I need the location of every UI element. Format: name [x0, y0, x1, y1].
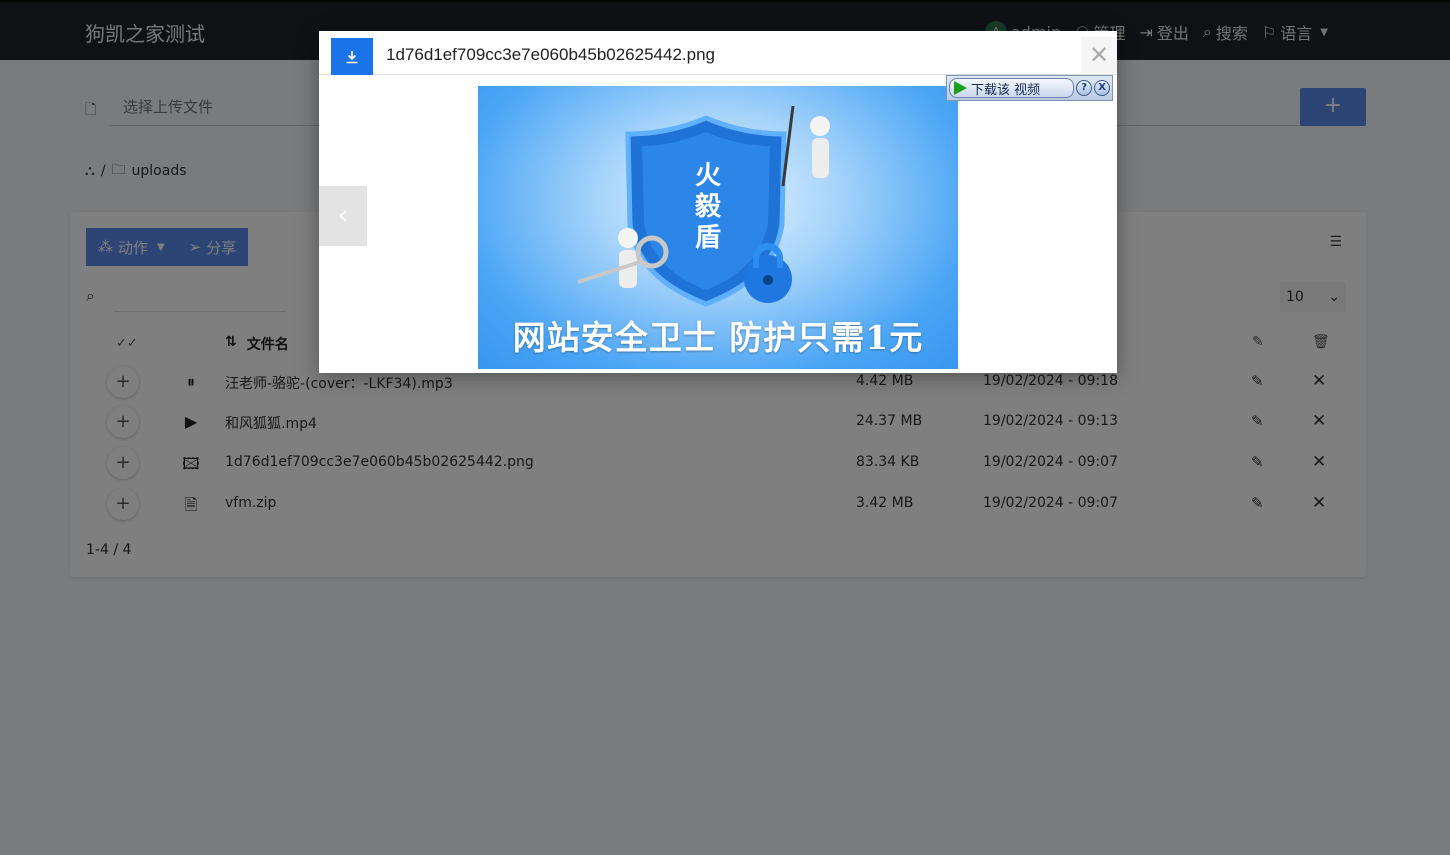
download-button[interactable] — [331, 38, 373, 75]
modal-title: 1d76d1ef709cc3e7e060b45b02625442.png — [386, 45, 715, 64]
preview-image: 火 毅 盾 网站安全卫士 防护只需1元 — [478, 86, 958, 369]
previous-icon[interactable]: ‹ — [319, 186, 367, 246]
preview-modal: 1d76d1ef709cc3e7e060b45b02625442.png ✕ ‹… — [319, 31, 1117, 373]
close-toolbar-button[interactable]: X — [1094, 80, 1110, 96]
play-icon — [954, 81, 967, 95]
shield-text: 火 毅 盾 — [694, 161, 721, 253]
banner-text: 网站安全卫士 防护只需1元 — [512, 318, 924, 357]
video-download-toolbar: 下载该 视频 ? X — [946, 75, 1113, 101]
download-video-label: 下载该 视频 — [971, 82, 1041, 98]
modal-header: 1d76d1ef709cc3e7e060b45b02625442.png ✕ — [319, 31, 1117, 75]
download-video-button[interactable]: 下载该 视频 — [949, 78, 1075, 98]
help-button[interactable]: ? — [1076, 80, 1093, 96]
download-icon — [346, 50, 358, 63]
close-icon[interactable]: ✕ — [1081, 37, 1117, 73]
